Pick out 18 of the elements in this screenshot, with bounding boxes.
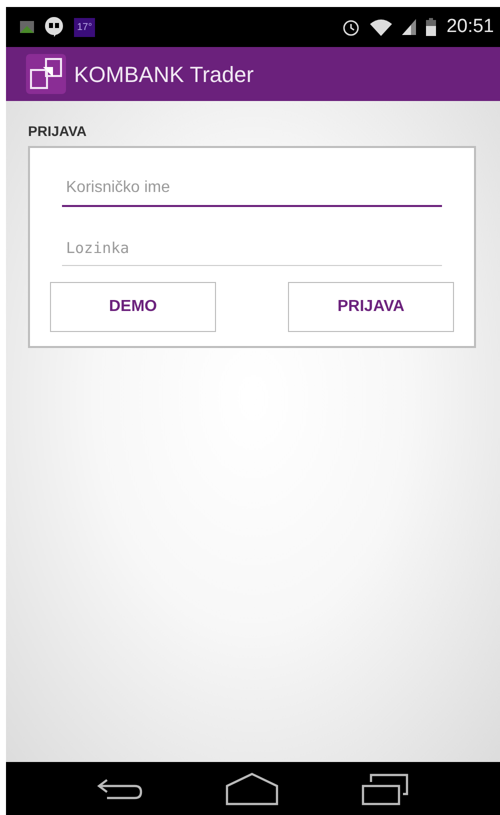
signal-icon (402, 19, 416, 35)
app-logo-icon (26, 54, 66, 94)
recent-apps-icon[interactable] (361, 772, 409, 806)
photo-icon (20, 21, 34, 33)
username-field[interactable]: Korisničko ime (62, 170, 442, 207)
back-icon[interactable] (97, 776, 143, 800)
app-title: KOMBANK Trader (74, 60, 254, 88)
demo-button[interactable]: DEMO (50, 282, 216, 332)
alarm-icon (342, 18, 360, 36)
password-field[interactable]: Lozinka (62, 231, 442, 266)
chat-bubble-icon (44, 17, 64, 37)
section-heading: PRIJAVA (28, 122, 88, 141)
home-icon[interactable] (225, 772, 279, 806)
login-button[interactable]: PRIJAVA (288, 282, 454, 332)
battery-icon (426, 18, 436, 36)
clock-time: 20:51 (446, 14, 494, 39)
wifi-icon (370, 18, 392, 36)
weather-badge: 17° (74, 18, 96, 36)
